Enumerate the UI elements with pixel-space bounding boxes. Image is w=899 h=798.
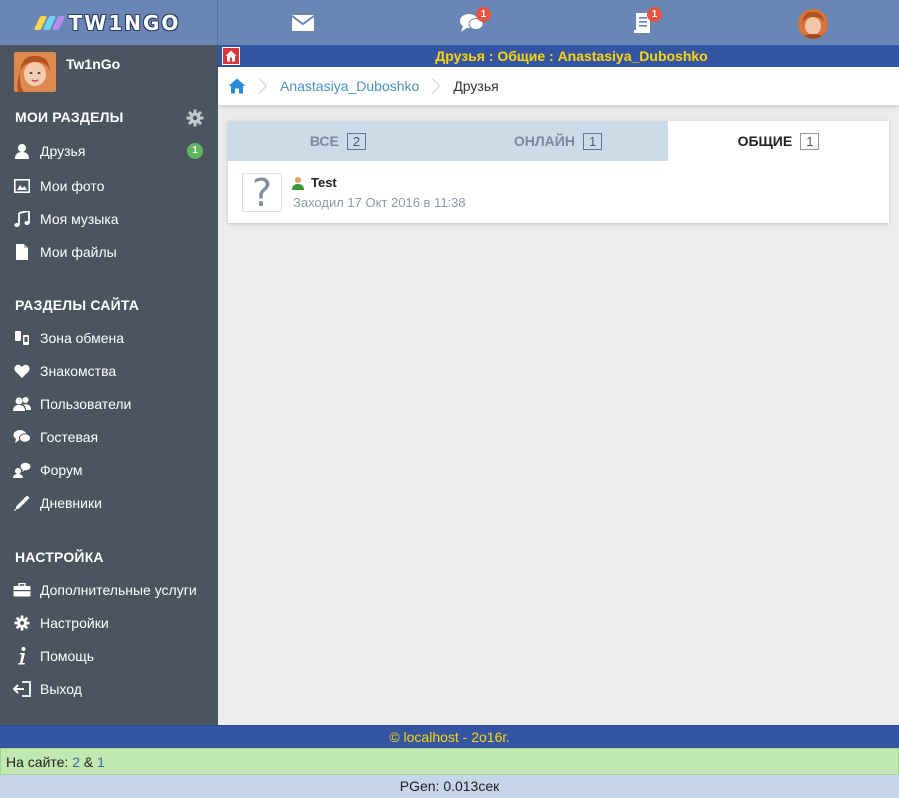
user-icon — [13, 142, 31, 160]
pen-icon — [13, 494, 31, 512]
friend-last-seen: Заходил 17 Окт 2016 в 11:38 — [293, 195, 466, 210]
friend-name[interactable]: Test — [291, 175, 337, 190]
sidebar-item-settings[interactable]: Настройки — [0, 608, 218, 638]
footer-copyright: © localhost - 2o16г. — [0, 725, 899, 748]
exchange-icon — [13, 329, 31, 347]
tab-count: 1 — [582, 132, 603, 150]
users-icon — [13, 395, 31, 413]
chevron-right-icon — [258, 78, 268, 94]
logo-mark-icon — [33, 15, 65, 30]
logo-text: TW1NGO — [68, 10, 181, 35]
sidebar-item-label: Мои фото — [40, 178, 105, 194]
breadcrumb-user-link[interactable]: Anastasiya_Duboshko — [280, 78, 419, 94]
tab-count: 2 — [346, 132, 367, 150]
sidebar-item-label: Помощь — [40, 648, 95, 664]
tabs: ВСЕ 2 ОНЛАЙН 1 ОБЩИЕ 1 — [228, 121, 889, 161]
tab-common[interactable]: ОБЩИЕ 1 — [668, 121, 889, 161]
friends-badge: 1 — [187, 143, 203, 159]
section-title-my: МОИ РАЗДЕЛЫ — [15, 109, 124, 125]
home-icon — [225, 50, 237, 62]
friend-photo-placeholder[interactable]: ? — [242, 171, 282, 215]
messages-button[interactable] — [288, 9, 318, 37]
sidebar-item-files[interactable]: Мои файлы — [0, 237, 218, 267]
sidebar-item-label: Моя музыка — [40, 211, 119, 227]
image-icon — [13, 177, 31, 195]
sidebar-item-label: Настройки — [40, 615, 109, 631]
music-icon — [13, 210, 31, 228]
sidebar-item-label: Мои файлы — [40, 244, 117, 260]
journal-badge: 1 — [647, 7, 662, 22]
sidebar-item-label: Выход — [40, 681, 82, 697]
heart-icon — [13, 362, 31, 380]
online-amp: & — [83, 754, 94, 770]
info-icon — [13, 647, 31, 665]
avatar — [14, 52, 56, 92]
logout-icon — [13, 680, 31, 698]
sidebar-item-guestbook[interactable]: Гостевая — [0, 422, 218, 452]
profile[interactable]: Tw1nGo — [14, 52, 120, 92]
sidebar-item-exchange[interactable]: Зона обмена — [0, 323, 218, 353]
sidebar: Tw1nGo МОИ РАЗДЕЛЫ Друзья 1 Мои фото Моя… — [0, 45, 218, 725]
file-icon — [13, 243, 31, 261]
briefcase-icon — [13, 581, 31, 599]
sidebar-item-label: Пользователи — [40, 396, 132, 412]
home-button[interactable] — [222, 47, 240, 65]
user-status-icon — [292, 176, 304, 190]
page-title: Друзья : Общие : Anastasiya_Duboshko — [435, 48, 708, 64]
sidebar-item-label: Знакомства — [40, 363, 117, 379]
breadcrumb-home[interactable] — [228, 78, 246, 94]
avatar — [798, 9, 828, 39]
tab-all[interactable]: ВСЕ 2 — [228, 121, 448, 161]
tab-count: 1 — [800, 132, 820, 150]
section-title-site: РАЗДЕЛЫ САЙТА — [15, 297, 140, 313]
sidebar-item-label: Гостевая — [40, 429, 99, 445]
chat-button[interactable]: 1 — [457, 7, 491, 37]
sidebar-item-dating[interactable]: Знакомства — [0, 356, 218, 386]
sidebar-item-forum[interactable]: Форум — [0, 455, 218, 485]
sidebar-item-label: Друзья — [40, 143, 86, 159]
profile-name: Tw1nGo — [66, 56, 121, 72]
sidebar-item-diaries[interactable]: Дневники — [0, 488, 218, 518]
sidebar-item-friends[interactable]: Друзья 1 — [0, 136, 218, 166]
breadcrumb-current: Друзья — [453, 78, 499, 94]
breadcrumb: Anastasiya_Duboshko Друзья — [218, 67, 899, 105]
section-settings-button[interactable] — [186, 109, 204, 127]
sidebar-item-services[interactable]: Дополнительные услуги — [0, 575, 218, 605]
forum-icon — [13, 461, 31, 479]
top-bar: TW1NGO 1 1 — [0, 0, 899, 45]
tab-label: ВСЕ — [309, 133, 339, 149]
tab-label: ОБЩИЕ — [737, 133, 793, 149]
gear-icon — [13, 614, 31, 632]
sidebar-item-users[interactable]: Пользователи — [0, 389, 218, 419]
sidebar-item-photos[interactable]: Мои фото — [0, 171, 218, 201]
home-icon — [228, 78, 246, 94]
footer-online: На сайте: 2 & 1 — [0, 748, 899, 775]
sidebar-item-logout[interactable]: Выход — [0, 674, 218, 704]
tab-label: ОНЛАЙН — [513, 133, 575, 149]
online-friends-link[interactable]: 1 — [97, 754, 105, 770]
online-count-link[interactable]: 2 — [72, 754, 80, 770]
list-item[interactable]: ? Test Заходил 17 Окт 2016 в 11:38 — [242, 171, 872, 215]
user-avatar-button[interactable] — [798, 9, 828, 39]
sidebar-item-label: Зона обмена — [40, 330, 125, 346]
journal-button[interactable]: 1 — [628, 7, 662, 37]
tab-online[interactable]: ОНЛАЙН 1 — [448, 121, 668, 161]
sidebar-item-label: Форум — [40, 462, 83, 478]
friends-card: ВСЕ 2 ОНЛАЙН 1 ОБЩИЕ 1 ? Test Заходил 17… — [228, 121, 889, 223]
chat-badge: 1 — [476, 7, 491, 22]
sidebar-item-label: Дополнительные услуги — [40, 582, 197, 598]
footer-pgen: PGen: 0.013сек — [0, 775, 899, 798]
section-title-settings: НАСТРОЙКА — [15, 549, 104, 565]
envelope-icon — [291, 15, 315, 31]
comments-icon — [13, 428, 31, 446]
logo[interactable]: TW1NGO — [0, 0, 218, 45]
friend-name-label: Test — [311, 175, 337, 190]
sidebar-item-help[interactable]: Помощь — [0, 641, 218, 671]
sidebar-item-music[interactable]: Моя музыка — [0, 204, 218, 234]
chevron-right-icon — [431, 78, 441, 94]
online-label: На сайте: — [6, 754, 69, 770]
sidebar-item-label: Дневники — [40, 495, 102, 511]
gear-icon — [186, 109, 204, 127]
